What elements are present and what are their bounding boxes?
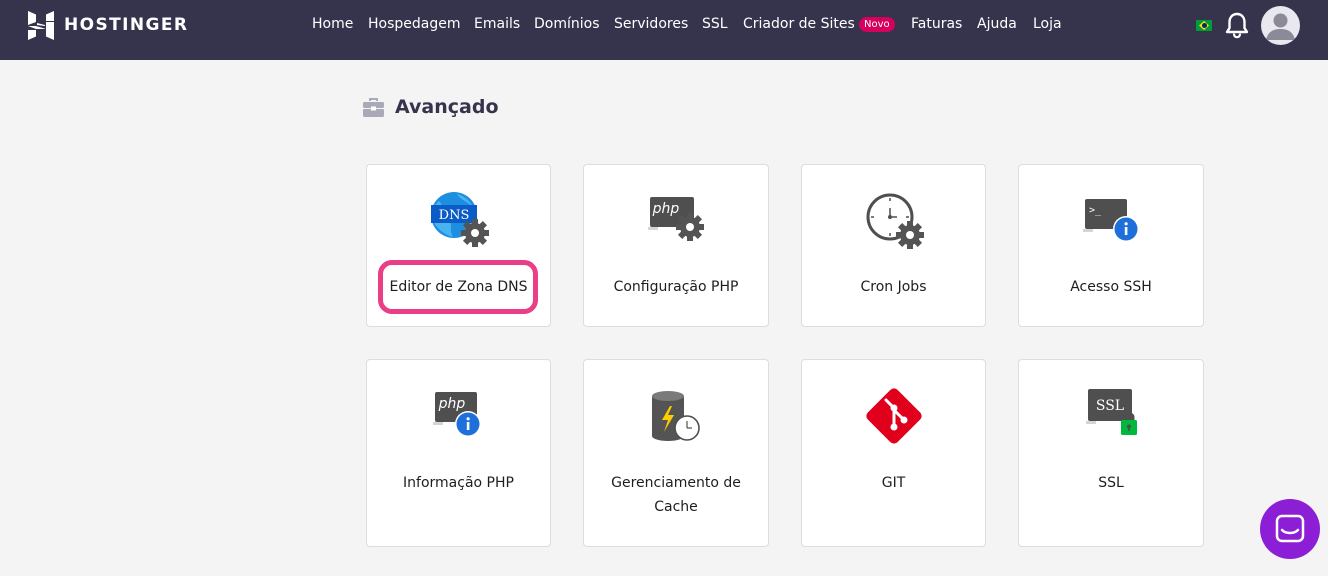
toolbox-icon <box>363 97 384 117</box>
php-gear-icon: php <box>648 197 704 241</box>
section-header: Avançado <box>363 96 499 118</box>
card-gerenciamento-cache[interactable]: Gerenciamento de Cache <box>583 359 769 547</box>
ssl-icon-text: SSL <box>1096 398 1124 414</box>
nav-item-emails[interactable]: Emails <box>474 16 520 32</box>
nav-item-home[interactable]: Home <box>312 16 353 32</box>
nav-item-hospedagem[interactable]: Hospedagem <box>368 16 461 32</box>
git-icon <box>865 388 922 444</box>
hostinger-logo-icon <box>28 10 54 40</box>
card-ssl[interactable]: SSL SSL <box>1018 359 1204 547</box>
card-label: Configuração PHP <box>613 279 739 295</box>
nav-item-criador-de-sites[interactable]: Criador de Sites <box>743 16 855 32</box>
brazil-flag-icon[interactable] <box>1196 20 1212 31</box>
card-informacao-php[interactable]: php Informação PHP <box>366 359 551 547</box>
nav-item-dominios[interactable]: Domínios <box>534 16 600 32</box>
chat-button[interactable] <box>1260 499 1320 559</box>
bell-icon[interactable] <box>1224 11 1250 39</box>
card-label: Gerenciamento de <box>611 475 741 491</box>
user-avatar-icon <box>1266 13 1295 40</box>
terminal-info-icon: >_ <box>1083 199 1139 242</box>
php-info-icon: php <box>432 392 481 437</box>
section-title: Avançado <box>395 96 499 118</box>
card-label: GIT <box>881 475 906 491</box>
nav-item-ajuda[interactable]: Ajuda <box>977 16 1017 32</box>
card-label-line2: Cache <box>654 499 698 515</box>
nav-item-faturas[interactable]: Faturas <box>911 16 962 32</box>
card-label: SSL <box>1098 475 1124 491</box>
card-label: Informação PHP <box>403 475 514 491</box>
nav-item-servidores[interactable]: Servidores <box>614 16 688 32</box>
user-avatar[interactable] <box>1261 6 1300 45</box>
brand-name: HOSTINGER <box>64 15 189 35</box>
php-icon-text: php <box>652 201 680 217</box>
php-info-icon-text: php <box>437 396 465 412</box>
card-git[interactable]: GIT <box>801 359 986 547</box>
new-badge: Novo <box>859 17 895 32</box>
clock-gear-icon <box>866 193 924 249</box>
card-editor-zona-dns[interactable]: DNS Editor de Zona DNS <box>366 164 551 327</box>
database-clock-icon <box>652 391 700 441</box>
card-cron-jobs[interactable]: Cron Jobs <box>801 164 986 327</box>
card-label: Editor de Zona DNS <box>389 279 528 295</box>
nav-item-loja[interactable]: Loja <box>1033 16 1062 32</box>
dns-icon-text: DNS <box>438 208 469 223</box>
card-acesso-ssh[interactable]: >_ Acesso SSH <box>1018 164 1204 327</box>
card-label: Acesso SSH <box>1070 279 1152 295</box>
ssl-lock-icon: SSL <box>1086 389 1137 435</box>
card-label: Cron Jobs <box>860 279 927 295</box>
nav-item-ssl[interactable]: SSL <box>702 16 728 32</box>
top-navbar: HOSTINGER Home Hospedagem Emails Domínio… <box>0 0 1328 60</box>
chat-icon <box>1275 514 1305 543</box>
terminal-icon-text: >_ <box>1089 205 1102 216</box>
card-configuracao-php[interactable]: php Configuração PHP <box>583 164 769 327</box>
dns-gear-icon: DNS <box>430 192 489 247</box>
hostinger-logo[interactable]: HOSTINGER <box>28 10 188 40</box>
